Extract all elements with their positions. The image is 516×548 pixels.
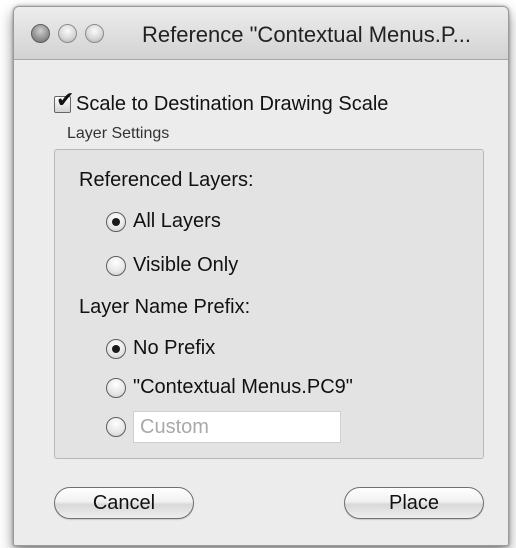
radio-custom-button[interactable]: [106, 417, 126, 437]
dialog-content: ✔ Scale to Destination Drawing Scale Lay…: [14, 59, 508, 545]
close-window-icon[interactable]: [31, 24, 50, 43]
radio-visible-only-button[interactable]: [106, 255, 126, 276]
scale-checkbox[interactable]: ✔: [54, 90, 74, 113]
radio-all-layers-label: All Layers: [133, 210, 221, 232]
scale-option-row[interactable]: ✔ Scale to Destination Drawing Scale: [54, 90, 389, 116]
layer-name-prefix-label: Layer Name Prefix:: [79, 296, 251, 318]
referenced-layers-label: Referenced Layers:: [79, 169, 254, 191]
zoom-window-icon[interactable]: [85, 24, 104, 43]
layer-settings-group: Referenced Layers: All Layers Visible On…: [54, 149, 484, 459]
title-bar[interactable]: Reference "Contextual Menus.P...: [14, 7, 508, 60]
radio-all-layers-button[interactable]: [106, 211, 126, 232]
radio-all-layers[interactable]: All Layers: [106, 210, 221, 233]
window-title: Reference "Contextual Menus.P...: [142, 22, 472, 47]
radio-custom[interactable]: [106, 411, 341, 443]
custom-prefix-input[interactable]: [133, 411, 341, 443]
radio-visible-only[interactable]: Visible Only: [106, 254, 238, 277]
radio-no-prefix-button[interactable]: [106, 338, 126, 359]
layer-settings-label: Layer Settings: [67, 125, 170, 142]
cancel-button[interactable]: Cancel: [54, 487, 194, 519]
radio-visible-only-label: Visible Only: [133, 254, 239, 276]
minimize-window-icon[interactable]: [58, 24, 77, 43]
radio-file-prefix-button[interactable]: [106, 377, 126, 398]
radio-no-prefix-label: No Prefix: [133, 337, 216, 359]
scale-checkbox-label: Scale to Destination Drawing Scale: [76, 93, 389, 115]
checkmark-icon: ✔: [56, 88, 75, 113]
place-button[interactable]: Place: [344, 487, 484, 519]
radio-file-prefix[interactable]: "Contextual Menus.PC9": [106, 376, 353, 399]
reference-dialog: Reference "Contextual Menus.P... ✔ Scale…: [13, 6, 509, 546]
radio-no-prefix[interactable]: No Prefix: [106, 337, 215, 360]
radio-file-prefix-label: "Contextual Menus.PC9": [133, 376, 353, 398]
